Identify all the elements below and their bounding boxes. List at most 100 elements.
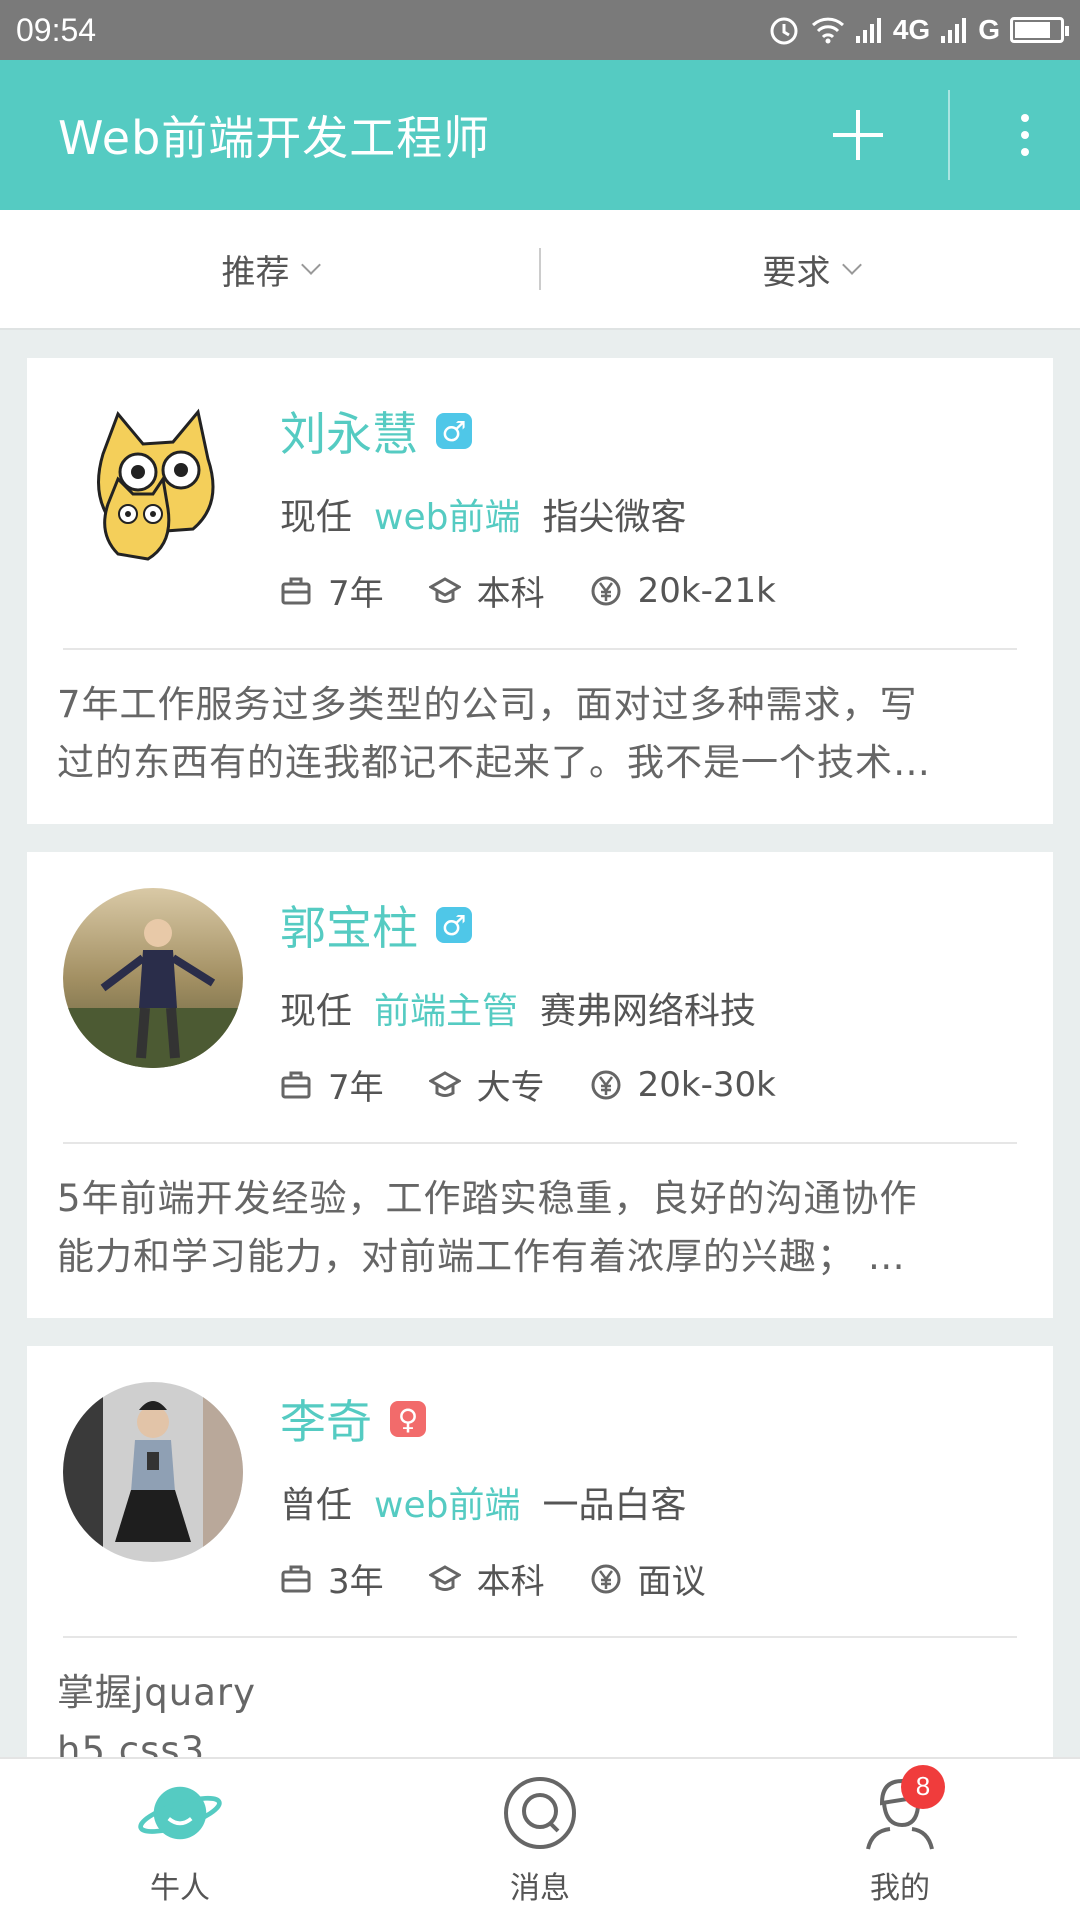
male-icon: ♂ (436, 907, 472, 943)
experience-value: 7年 (328, 1068, 384, 1108)
candidate-summary: 5年前端开发经验，工作踏实稳重，良好的沟通协作 能力和学习能力，对前端工作有着浓… (57, 1170, 1023, 1286)
status-icons: 4G G (767, 13, 1069, 47)
salary: 面议 (590, 1554, 706, 1603)
company: 赛弗网络科技 (540, 991, 757, 1032)
page-title: Web前端开发工程师 (58, 111, 491, 165)
nav-label: 牛人 (150, 1870, 210, 1906)
app-bar-divider (948, 90, 950, 180)
chat-bubble-icon (495, 1773, 585, 1853)
avatar (63, 1382, 243, 1562)
yen-coin-icon (591, 576, 621, 605)
status-time: 09:54 (16, 11, 97, 48)
summary-line: 过的东西有的连我都记不起来了。我不是一个技术… (57, 741, 931, 784)
planet-icon (135, 1773, 225, 1853)
employment-status: 现任 (280, 991, 353, 1032)
candidate-card[interactable]: 李奇 ♀ 曾任 web前端 一品白客 3年 本科 面议 掌握jquary h5 … (27, 1346, 1053, 1757)
education-value: 本科 (476, 574, 545, 614)
salary-value: 20k-21k (637, 570, 776, 611)
card-divider (63, 648, 1017, 650)
company: 一品白客 (542, 1485, 687, 1526)
wifi-icon (811, 17, 844, 44)
nav-label: 消息 (510, 1870, 570, 1906)
salary-value: 20k-30k (637, 1064, 776, 1105)
profile-icon: 8 (855, 1764, 945, 1853)
add-button[interactable] (798, 60, 918, 210)
more-dot (1021, 131, 1029, 139)
education-value: 大专 (476, 1068, 545, 1108)
graduation-cap-icon (428, 1564, 461, 1591)
more-options-button[interactable] (980, 60, 1070, 210)
avatar (63, 888, 243, 1068)
avatar (63, 394, 243, 574)
experience: 3年 (280, 1554, 384, 1603)
employment-status: 曾任 (280, 1485, 353, 1526)
nav-label: 我的 (870, 1870, 930, 1906)
filter-requirements[interactable]: 要求 (541, 245, 1080, 294)
chevron-down-icon (841, 255, 862, 275)
graduation-cap-icon (428, 576, 461, 603)
notification-badge: 8 (901, 1764, 945, 1809)
education-value: 本科 (476, 1562, 545, 1602)
bottom-navigation: 牛人 消息 8 我的 (0, 1757, 1080, 1920)
nav-messages[interactable]: 消息 (360, 1759, 720, 1920)
experience: 7年 (280, 1060, 384, 1109)
meta-row: 7年 大专 20k-30k (280, 1060, 821, 1109)
more-vertical-icon (1021, 114, 1029, 122)
nav-profile[interactable]: 8 我的 (720, 1759, 1080, 1920)
candidate-name: 李奇 (280, 1395, 372, 1449)
job-row: 曾任 web前端 一品白客 (280, 1476, 686, 1528)
briefcase-icon (281, 1565, 311, 1592)
signal-icon (855, 18, 881, 43)
card-divider (63, 1636, 1017, 1638)
experience-value: 7年 (328, 574, 384, 614)
candidate-name: 刘永慧 (280, 407, 418, 461)
alarm-icon (770, 17, 798, 45)
job-title: web前端 (374, 1485, 521, 1526)
status-bar: 09:54 4G G (0, 0, 1080, 60)
education: 本科 (428, 566, 545, 615)
battery-icon (1010, 17, 1069, 43)
job-row: 现任 web前端 指尖微客 (280, 488, 686, 540)
signal-icon-2 (941, 18, 967, 43)
filter-recommend[interactable]: 推荐 (0, 245, 539, 294)
battery-level (1015, 22, 1050, 38)
plus-icon-vertical (856, 110, 860, 160)
salary: 20k-21k (590, 571, 776, 611)
summary-line: 能力和学习能力，对前端工作有着浓厚的兴趣； … (57, 1235, 906, 1278)
candidate-name: 郭宝柱 (280, 901, 418, 955)
filter-label: 要求 (762, 252, 831, 293)
meta-row: 7年 本科 20k-21k (280, 566, 821, 615)
candidate-card[interactable]: 郭宝柱 ♂ 现任 前端主管 赛弗网络科技 7年 大专 20k-30k 5年前端开… (27, 852, 1053, 1318)
summary-line: 掌握jquary (57, 1671, 256, 1714)
job-row: 现任 前端主管 赛弗网络科技 (280, 982, 756, 1034)
candidate-summary: 7年工作服务过多类型的公司，面对过多种需求，写 过的东西有的连我都记不起来了。我… (57, 676, 1023, 792)
female-icon: ♀ (390, 1401, 426, 1437)
filter-label: 推荐 (221, 252, 290, 293)
experience-value: 3年 (328, 1562, 384, 1602)
name-row: 刘永慧 ♂ (280, 398, 472, 464)
graduation-cap-icon (428, 1070, 461, 1097)
more-dot (1021, 148, 1029, 156)
app-bar-actions (798, 60, 1080, 210)
job-title: web前端 (374, 497, 521, 538)
yen-coin-icon (591, 1564, 621, 1593)
candidate-summary: 掌握jquary h5 css3… (57, 1664, 1023, 1757)
summary-line: 7年工作服务过多类型的公司，面对过多种需求，写 (57, 683, 918, 726)
candidate-card[interactable]: 刘永慧 ♂ 现任 web前端 指尖微客 7年 本科 20k-21k 7年工作服务… (27, 358, 1053, 824)
education: 本科 (428, 1554, 545, 1603)
salary-value: 面议 (637, 1562, 706, 1602)
app-bar: Web前端开发工程师 (0, 60, 1080, 210)
summary-line: 5年前端开发经验，工作踏实稳重，良好的沟通协作 (57, 1177, 918, 1220)
company: 指尖微客 (542, 497, 687, 538)
employment-status: 现任 (280, 497, 353, 538)
network-type: 4G (892, 14, 931, 45)
name-row: 郭宝柱 ♂ (280, 892, 472, 958)
summary-line: h5 css3… (57, 1729, 244, 1757)
male-icon: ♂ (436, 413, 472, 449)
network-type-2: G (978, 14, 1000, 45)
filter-bar: 推荐 要求 (0, 210, 1080, 330)
salary: 20k-30k (590, 1065, 776, 1105)
nav-talent[interactable]: 牛人 (0, 1759, 360, 1920)
chevron-down-icon (300, 255, 321, 275)
card-divider (63, 1142, 1017, 1144)
